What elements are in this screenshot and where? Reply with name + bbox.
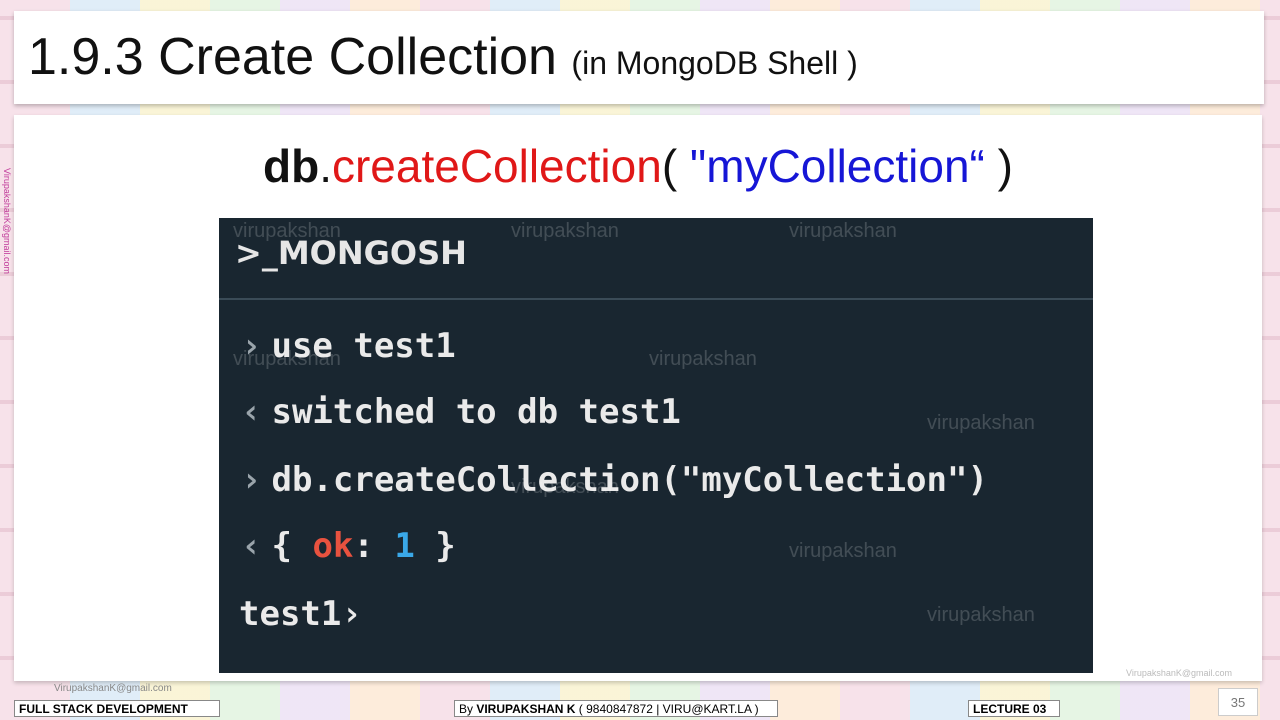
shell-line-prompt: test1› — [239, 594, 362, 634]
mongosh-screenshot: >_MONGOSH › use test1 ‹ switched to db tes… — [219, 218, 1093, 673]
result-open-brace: { — [271, 526, 313, 566]
shell-line-result: ‹{ ok: 1 } — [241, 526, 456, 566]
title-card: 1.9.3 Create Collection (in MongoDB Shel… — [14, 11, 1264, 104]
watermark: virupakshan — [927, 412, 1035, 434]
shell-text: use test1 — [271, 326, 456, 366]
code-function: createCollection — [331, 140, 662, 192]
footer-lecture: LECTURE 03 — [968, 700, 1060, 717]
input-prompt-icon: › — [241, 460, 262, 500]
result-key: ok — [312, 526, 354, 566]
shell-line-switched: ‹ switched to db test1 — [241, 392, 681, 432]
shell-header: >_MONGOSH — [219, 218, 1093, 300]
mongosh-logo: >_MONGOSH — [235, 234, 467, 272]
bottom-watermark-email: VirupakshanK@gmail.com — [54, 683, 172, 694]
footer-author-name: VIRUPAKSHAN K — [476, 702, 576, 716]
title-main: 1.9.3 Create Collection — [28, 28, 557, 86]
input-prompt-icon: › — [241, 326, 262, 366]
slide-title: 1.9.3 Create Collection (in MongoDB Shel… — [28, 27, 858, 87]
title-subtitle: (in MongoDB Shell ) — [571, 45, 858, 81]
code-close-paren: ) — [984, 140, 1013, 192]
watermark: virupakshan — [789, 540, 897, 562]
footer-author: By VIRUPAKSHAN K ( 9840847872 | VIRU@KAR… — [454, 700, 778, 717]
right-watermark-email: VirupakshanK@gmail.com — [1126, 668, 1233, 678]
shell-prompt-text: test1› — [239, 594, 362, 634]
shell-line-create: › db.createCollection("myCollection") — [241, 460, 988, 500]
side-watermark-email: VirupakshanK@gmail.com — [2, 168, 12, 275]
code-open-paren: ( — [661, 140, 690, 192]
output-prompt-icon: ‹ — [241, 526, 262, 566]
content-card: db.createCollection( "myCollection“ ) >_… — [14, 115, 1262, 681]
code-dot: . — [319, 140, 332, 192]
result-close-brace: } — [414, 526, 456, 566]
output-prompt-icon: ‹ — [241, 392, 262, 432]
footer-by: By — [459, 702, 477, 716]
shell-text: switched to db test1 — [271, 392, 681, 432]
shell-text: db.createCollection("myCollection") — [271, 460, 988, 500]
watermark: virupakshan — [649, 348, 757, 370]
result-colon: : — [353, 526, 395, 566]
result-value: 1 — [394, 526, 415, 566]
code-db: db — [262, 140, 320, 192]
code-heading: db.createCollection( "myCollection“ ) — [14, 139, 1262, 193]
footer-course: FULL STACK DEVELOPMENT — [14, 700, 220, 717]
footer-contact: ( 9840847872 | VIRU@KART.LA ) — [575, 702, 759, 716]
shell-line-use: › use test1 — [241, 326, 456, 366]
watermark: virupakshan — [927, 604, 1035, 626]
page-number: 35 — [1218, 688, 1258, 716]
code-argument: "myCollection“ — [689, 140, 985, 192]
